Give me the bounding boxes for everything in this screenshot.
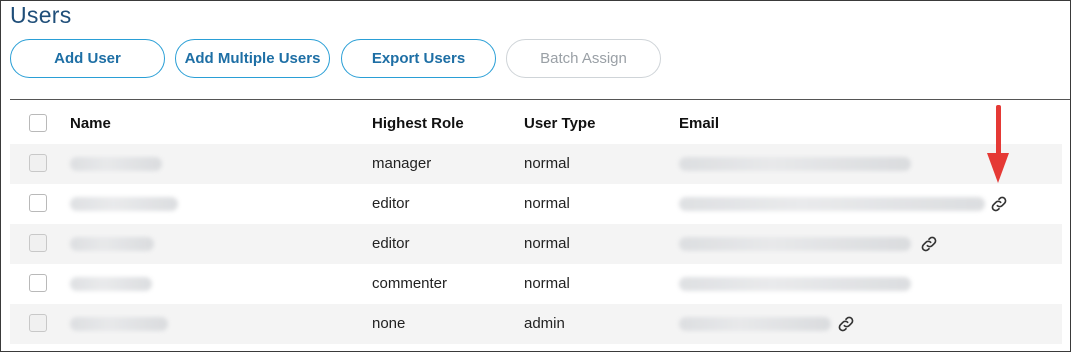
column-header-type[interactable]: User Type: [524, 104, 595, 144]
column-header-role[interactable]: Highest Role: [372, 104, 464, 144]
table-row[interactable]: manager normal: [10, 144, 1062, 184]
user-role: manager: [372, 155, 432, 172]
row-checkbox[interactable]: [29, 234, 47, 252]
select-all-checkbox[interactable]: [29, 114, 47, 132]
user-type: normal: [524, 235, 570, 252]
row-checkbox[interactable]: [29, 274, 47, 292]
user-name-redacted: [70, 184, 178, 224]
user-email-redacted: [679, 184, 985, 224]
link-icon[interactable]: [989, 194, 1009, 214]
table-row[interactable]: commenter normal: [10, 264, 1062, 304]
user-role: commenter: [372, 275, 448, 292]
user-email-redacted: [679, 304, 831, 344]
link-icon[interactable]: [836, 314, 856, 334]
user-name-redacted: [70, 144, 162, 184]
export-users-button[interactable]: Export Users: [341, 39, 496, 78]
user-type: normal: [524, 275, 570, 292]
user-type: normal: [524, 195, 570, 212]
red-down-arrow-icon: [987, 105, 1009, 183]
user-type: admin: [524, 315, 565, 332]
table-row[interactable]: editor normal: [10, 184, 1062, 224]
row-checkbox[interactable]: [29, 154, 47, 172]
user-role: editor: [372, 235, 410, 252]
add-multiple-users-button[interactable]: Add Multiple Users: [175, 39, 330, 78]
user-role: none: [372, 315, 406, 332]
user-email-redacted: [679, 144, 911, 184]
user-name-redacted: [70, 224, 154, 264]
user-type: normal: [524, 155, 570, 172]
column-header-name[interactable]: Name: [70, 104, 111, 144]
link-icon[interactable]: [919, 234, 939, 254]
user-email-redacted: [679, 224, 911, 264]
users-panel: Users Add User Add Multiple Users Export…: [0, 0, 1071, 352]
column-header-email[interactable]: Email: [679, 104, 719, 144]
divider: [10, 99, 1070, 100]
row-checkbox[interactable]: [29, 314, 47, 332]
add-user-button[interactable]: Add User: [10, 39, 165, 78]
user-role: editor: [372, 195, 410, 212]
batch-assign-button[interactable]: Batch Assign: [506, 39, 661, 78]
row-checkbox[interactable]: [29, 194, 47, 212]
user-name-redacted: [70, 304, 168, 344]
table-header-row: Name Highest Role User Type Email: [10, 104, 1062, 144]
page-title: Users: [10, 2, 72, 28]
table-row[interactable]: none admin: [10, 304, 1062, 344]
table-row[interactable]: editor normal: [10, 224, 1062, 264]
user-name-redacted: [70, 264, 152, 304]
user-email-redacted: [679, 264, 911, 304]
